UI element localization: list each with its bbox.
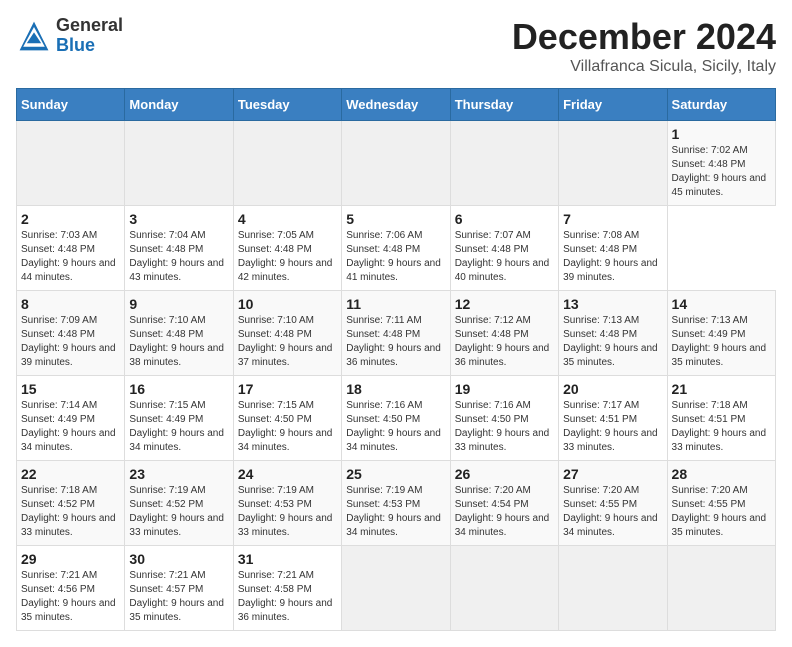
calendar-day-17: 17Sunrise: 7:15 AMSunset: 4:50 PMDayligh… xyxy=(233,376,341,461)
calendar-day-5: 5Sunrise: 7:06 AMSunset: 4:48 PMDaylight… xyxy=(342,206,450,291)
empty-cell xyxy=(667,546,775,631)
calendar-week-row: 8Sunrise: 7:09 AMSunset: 4:48 PMDaylight… xyxy=(17,291,776,376)
calendar-day-6: 6Sunrise: 7:07 AMSunset: 4:48 PMDaylight… xyxy=(450,206,558,291)
header-tuesday: Tuesday xyxy=(233,89,341,121)
title-area: December 2024 Villafranca Sicula, Sicily… xyxy=(512,16,776,76)
calendar-header-row: SundayMondayTuesdayWednesdayThursdayFrid… xyxy=(17,89,776,121)
calendar-week-row: 15Sunrise: 7:14 AMSunset: 4:49 PMDayligh… xyxy=(17,376,776,461)
calendar-day-7: 7Sunrise: 7:08 AMSunset: 4:48 PMDaylight… xyxy=(559,206,667,291)
calendar-day-20: 20Sunrise: 7:17 AMSunset: 4:51 PMDayligh… xyxy=(559,376,667,461)
calendar-day-26: 26Sunrise: 7:20 AMSunset: 4:54 PMDayligh… xyxy=(450,461,558,546)
header-friday: Friday xyxy=(559,89,667,121)
calendar-day-25: 25Sunrise: 7:19 AMSunset: 4:53 PMDayligh… xyxy=(342,461,450,546)
calendar-day-28: 28Sunrise: 7:20 AMSunset: 4:55 PMDayligh… xyxy=(667,461,775,546)
calendar-day-8: 8Sunrise: 7:09 AMSunset: 4:48 PMDaylight… xyxy=(17,291,125,376)
calendar-table: SundayMondayTuesdayWednesdayThursdayFrid… xyxy=(16,88,776,631)
calendar-day-11: 11Sunrise: 7:11 AMSunset: 4:48 PMDayligh… xyxy=(342,291,450,376)
calendar-day-15: 15Sunrise: 7:14 AMSunset: 4:49 PMDayligh… xyxy=(17,376,125,461)
header-wednesday: Wednesday xyxy=(342,89,450,121)
calendar-day-12: 12Sunrise: 7:12 AMSunset: 4:48 PMDayligh… xyxy=(450,291,558,376)
calendar-week-row: 29Sunrise: 7:21 AMSunset: 4:56 PMDayligh… xyxy=(17,546,776,631)
calendar-day-2: 2Sunrise: 7:03 AMSunset: 4:48 PMDaylight… xyxy=(17,206,125,291)
empty-cell xyxy=(125,121,233,206)
calendar-week-row: 2Sunrise: 7:03 AMSunset: 4:48 PMDaylight… xyxy=(17,206,776,291)
empty-cell xyxy=(342,121,450,206)
calendar-day-4: 4Sunrise: 7:05 AMSunset: 4:48 PMDaylight… xyxy=(233,206,341,291)
calendar-day-19: 19Sunrise: 7:16 AMSunset: 4:50 PMDayligh… xyxy=(450,376,558,461)
empty-cell xyxy=(559,121,667,206)
empty-cell xyxy=(450,121,558,206)
header-sunday: Sunday xyxy=(17,89,125,121)
calendar-day-21: 21Sunrise: 7:18 AMSunset: 4:51 PMDayligh… xyxy=(667,376,775,461)
calendar-day-24: 24Sunrise: 7:19 AMSunset: 4:53 PMDayligh… xyxy=(233,461,341,546)
header-monday: Monday xyxy=(125,89,233,121)
calendar-week-row: 1Sunrise: 7:02 AMSunset: 4:48 PMDaylight… xyxy=(17,121,776,206)
calendar-day-13: 13Sunrise: 7:13 AMSunset: 4:48 PMDayligh… xyxy=(559,291,667,376)
calendar-week-row: 22Sunrise: 7:18 AMSunset: 4:52 PMDayligh… xyxy=(17,461,776,546)
logo-blue: Blue xyxy=(56,36,123,56)
empty-cell xyxy=(559,546,667,631)
calendar-day-9: 9Sunrise: 7:10 AMSunset: 4:48 PMDaylight… xyxy=(125,291,233,376)
logo: General Blue xyxy=(16,16,123,56)
page-header: General Blue December 2024 Villafranca S… xyxy=(16,16,776,76)
logo-general: General xyxy=(56,16,123,36)
logo-icon xyxy=(16,18,52,54)
location-title: Villafranca Sicula, Sicily, Italy xyxy=(512,58,776,76)
calendar-day-3: 3Sunrise: 7:04 AMSunset: 4:48 PMDaylight… xyxy=(125,206,233,291)
calendar-day-16: 16Sunrise: 7:15 AMSunset: 4:49 PMDayligh… xyxy=(125,376,233,461)
calendar-day-18: 18Sunrise: 7:16 AMSunset: 4:50 PMDayligh… xyxy=(342,376,450,461)
calendar-day-27: 27Sunrise: 7:20 AMSunset: 4:55 PMDayligh… xyxy=(559,461,667,546)
empty-cell xyxy=(233,121,341,206)
calendar-day-14: 14Sunrise: 7:13 AMSunset: 4:49 PMDayligh… xyxy=(667,291,775,376)
empty-cell xyxy=(450,546,558,631)
header-thursday: Thursday xyxy=(450,89,558,121)
calendar-day-23: 23Sunrise: 7:19 AMSunset: 4:52 PMDayligh… xyxy=(125,461,233,546)
header-saturday: Saturday xyxy=(667,89,775,121)
calendar-day-22: 22Sunrise: 7:18 AMSunset: 4:52 PMDayligh… xyxy=(17,461,125,546)
calendar-day-29: 29Sunrise: 7:21 AMSunset: 4:56 PMDayligh… xyxy=(17,546,125,631)
month-title: December 2024 xyxy=(512,16,776,58)
empty-cell xyxy=(17,121,125,206)
calendar-day-30: 30Sunrise: 7:21 AMSunset: 4:57 PMDayligh… xyxy=(125,546,233,631)
calendar-day-10: 10Sunrise: 7:10 AMSunset: 4:48 PMDayligh… xyxy=(233,291,341,376)
empty-cell xyxy=(342,546,450,631)
calendar-day-31: 31Sunrise: 7:21 AMSunset: 4:58 PMDayligh… xyxy=(233,546,341,631)
calendar-day-1: 1Sunrise: 7:02 AMSunset: 4:48 PMDaylight… xyxy=(667,121,775,206)
